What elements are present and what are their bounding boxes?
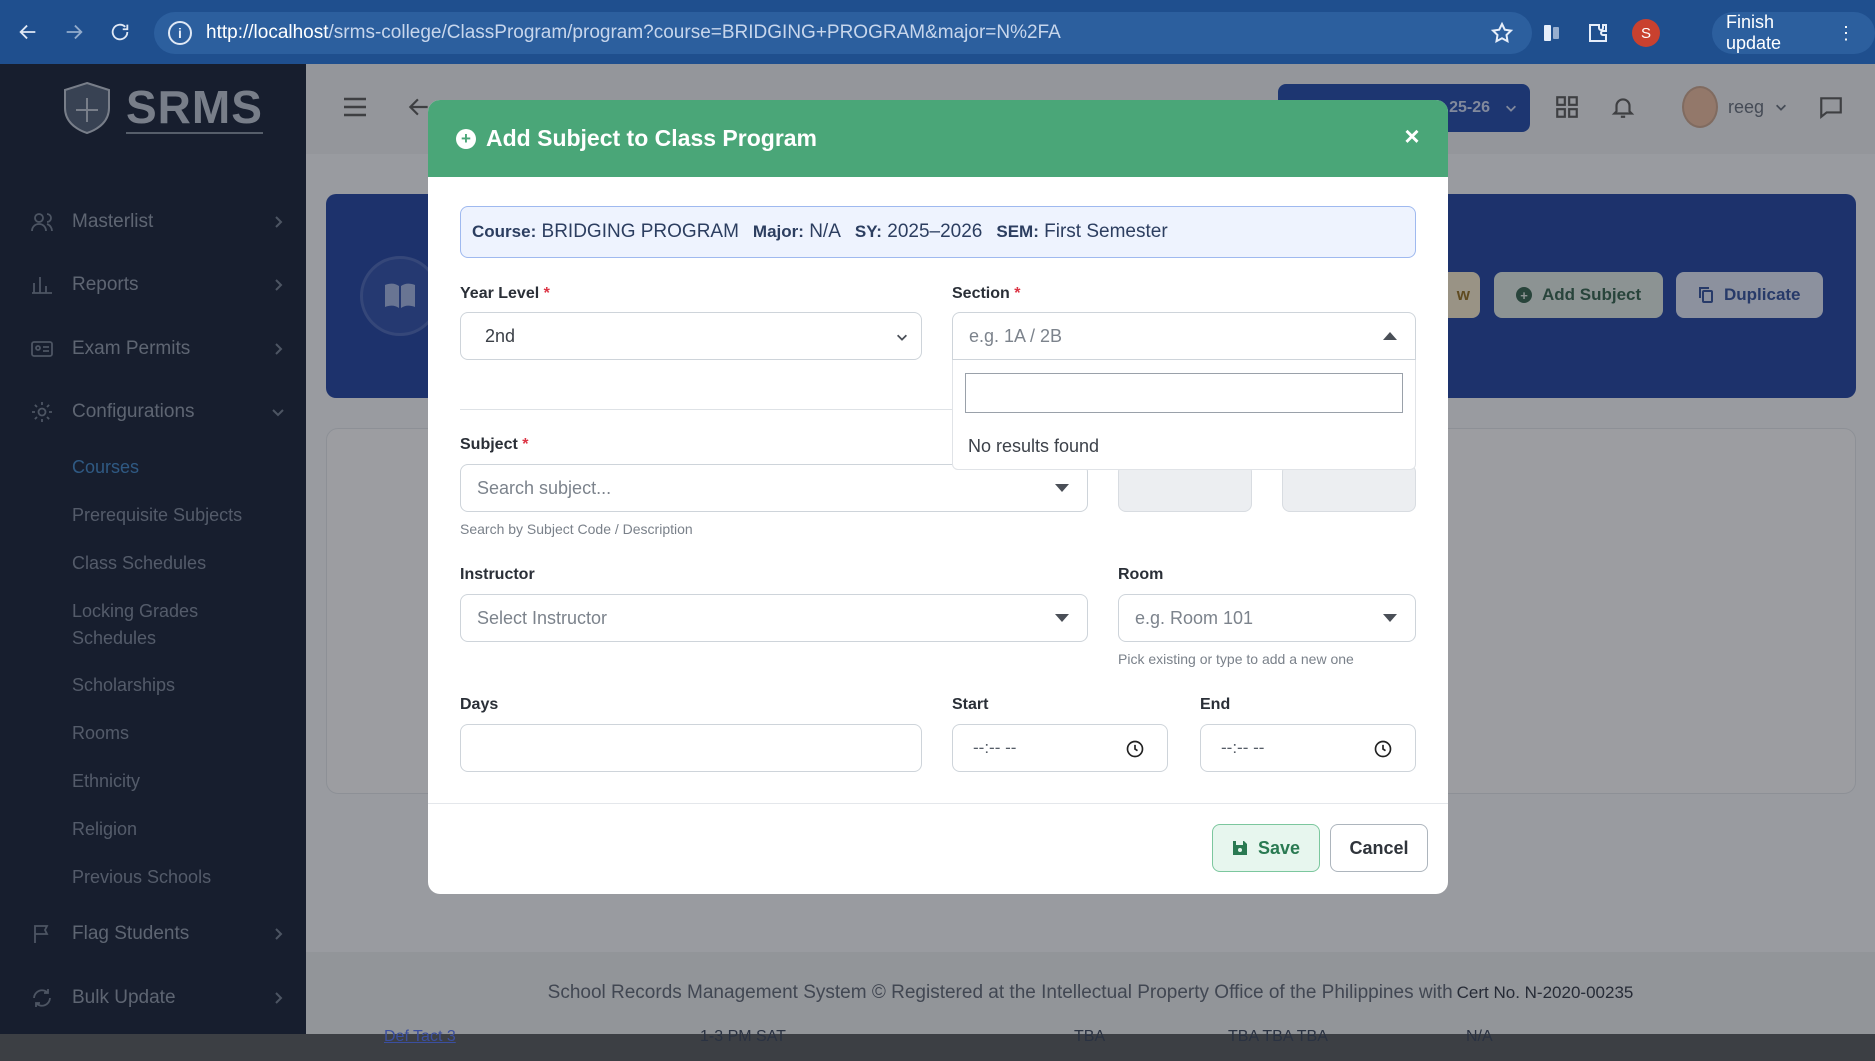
section-placeholder: e.g. 1A / 2B <box>969 325 1063 346</box>
clock-icon[interactable] <box>1125 739 1145 759</box>
sy-info: SY: 2025–2026 <box>855 221 982 243</box>
subject-label: Subject * <box>460 436 529 453</box>
end-time-input[interactable]: --:-- -- <box>1200 724 1416 772</box>
subject-helper-text: Search by Subject Code / Description <box>460 521 693 537</box>
sem-value: First Semester <box>1044 221 1168 242</box>
chevron-down-icon <box>897 334 907 341</box>
cancel-button[interactable]: Cancel <box>1330 824 1428 872</box>
course-info: Course: BRIDGING PROGRAM <box>472 221 739 243</box>
kebab-menu-icon: ⋮ <box>1837 22 1855 43</box>
section-dropdown-panel: No results found <box>952 360 1416 470</box>
floppy-disk-icon <box>1232 841 1247 855</box>
subject-placeholder: Search subject... <box>477 477 612 498</box>
background-cell: TBA TBA TBA <box>1228 1028 1328 1045</box>
browser-toolbar: i http://localhost/srms-college/ClassPro… <box>0 0 1875 64</box>
sem-info: SEM: First Semester <box>996 221 1167 243</box>
modal-title: Add Subject to Class Program <box>486 125 818 151</box>
save-label: Save <box>1257 837 1301 858</box>
bookmark-star-icon[interactable] <box>1490 21 1514 45</box>
clock-icon[interactable] <box>1373 739 1393 759</box>
no-results-text: No results found <box>968 436 1100 456</box>
instructor-placeholder: Select Instructor <box>477 607 608 628</box>
profile-avatar[interactable]: S <box>1632 19 1660 47</box>
sem-key: SEM: <box>996 222 1039 241</box>
section-select[interactable]: e.g. 1A / 2B <box>952 312 1416 360</box>
instructor-label: Instructor <box>460 566 535 583</box>
room-helper-text: Pick existing or type to add a new one <box>1118 651 1354 667</box>
caret-down-icon <box>1055 484 1069 492</box>
browser-actions: S <box>1540 12 1660 54</box>
caret-down-icon <box>1383 614 1397 622</box>
room-select[interactable]: e.g. Room 101 <box>1118 594 1416 642</box>
url-host: http://localhost <box>206 22 329 43</box>
start-label: Start <box>952 696 989 713</box>
background-cell: N/A <box>1466 1028 1493 1045</box>
reload-icon[interactable] <box>102 14 138 50</box>
start-time-input[interactable]: --:-- -- <box>952 724 1168 772</box>
room-label: Room <box>1118 566 1164 583</box>
background-cell: TBA <box>1074 1028 1106 1045</box>
course-value: BRIDGING PROGRAM <box>541 221 739 242</box>
finish-update-button[interactable]: Finish update ⋮ <box>1712 12 1875 54</box>
address-bar[interactable]: i http://localhost/srms-college/ClassPro… <box>154 12 1532 54</box>
extensions-icon[interactable] <box>1586 21 1610 45</box>
reading-list-icon[interactable] <box>1540 21 1564 45</box>
hours-field[interactable] <box>1282 464 1416 512</box>
end-label: End <box>1200 696 1231 713</box>
units-field[interactable] <box>1118 464 1252 512</box>
finish-update-label: Finish update <box>1726 12 1782 53</box>
subject-select[interactable]: Search subject... <box>460 464 1088 512</box>
days-label: Days <box>460 696 499 713</box>
caret-down-icon <box>1055 614 1069 622</box>
course-key: Course: <box>472 222 537 241</box>
save-button[interactable]: Save <box>1212 824 1320 872</box>
sy-value: 2025–2026 <box>887 221 983 242</box>
instructor-select[interactable]: Select Instructor <box>460 594 1088 642</box>
end-time-placeholder: --:-- -- <box>1221 738 1265 757</box>
back-arrow-icon[interactable] <box>10 14 46 50</box>
add-subject-modal: + Add Subject to Class Program × Course:… <box>428 100 1448 894</box>
year-level-select[interactable]: 2nd <box>460 312 922 360</box>
background-strip <box>0 1034 1875 1061</box>
room-placeholder: e.g. Room 101 <box>1135 607 1254 628</box>
background-cell: Def Tact 3 <box>384 1028 456 1045</box>
section-label: Section * <box>952 285 1021 302</box>
forward-arrow-icon[interactable] <box>56 14 92 50</box>
year-level-value: 2nd <box>485 325 516 346</box>
major-info: Major: N/A <box>753 221 841 243</box>
major-key: Major: <box>752 222 804 241</box>
modal-footer-divider <box>428 803 1448 804</box>
plus-circle-icon: + <box>456 128 476 149</box>
start-time-placeholder: --:-- -- <box>973 738 1017 757</box>
site-info-icon[interactable]: i <box>168 21 192 45</box>
url-path: /srms-college/ClassProgram/program?cours… <box>328 22 1061 43</box>
close-icon[interactable]: × <box>1398 121 1426 151</box>
modal-header: + Add Subject to Class Program <box>428 100 1448 177</box>
caret-up-icon <box>1383 332 1397 340</box>
days-input[interactable] <box>460 724 922 772</box>
program-info-banner: Course: BRIDGING PROGRAM Major: N/A SY: … <box>460 206 1416 258</box>
year-level-label: Year Level * <box>460 285 550 302</box>
background-cell: 1-3 PM SAT <box>700 1028 786 1045</box>
major-value: N/A <box>809 221 841 242</box>
section-search-input[interactable] <box>965 373 1403 413</box>
sy-key: SY: <box>854 222 882 241</box>
